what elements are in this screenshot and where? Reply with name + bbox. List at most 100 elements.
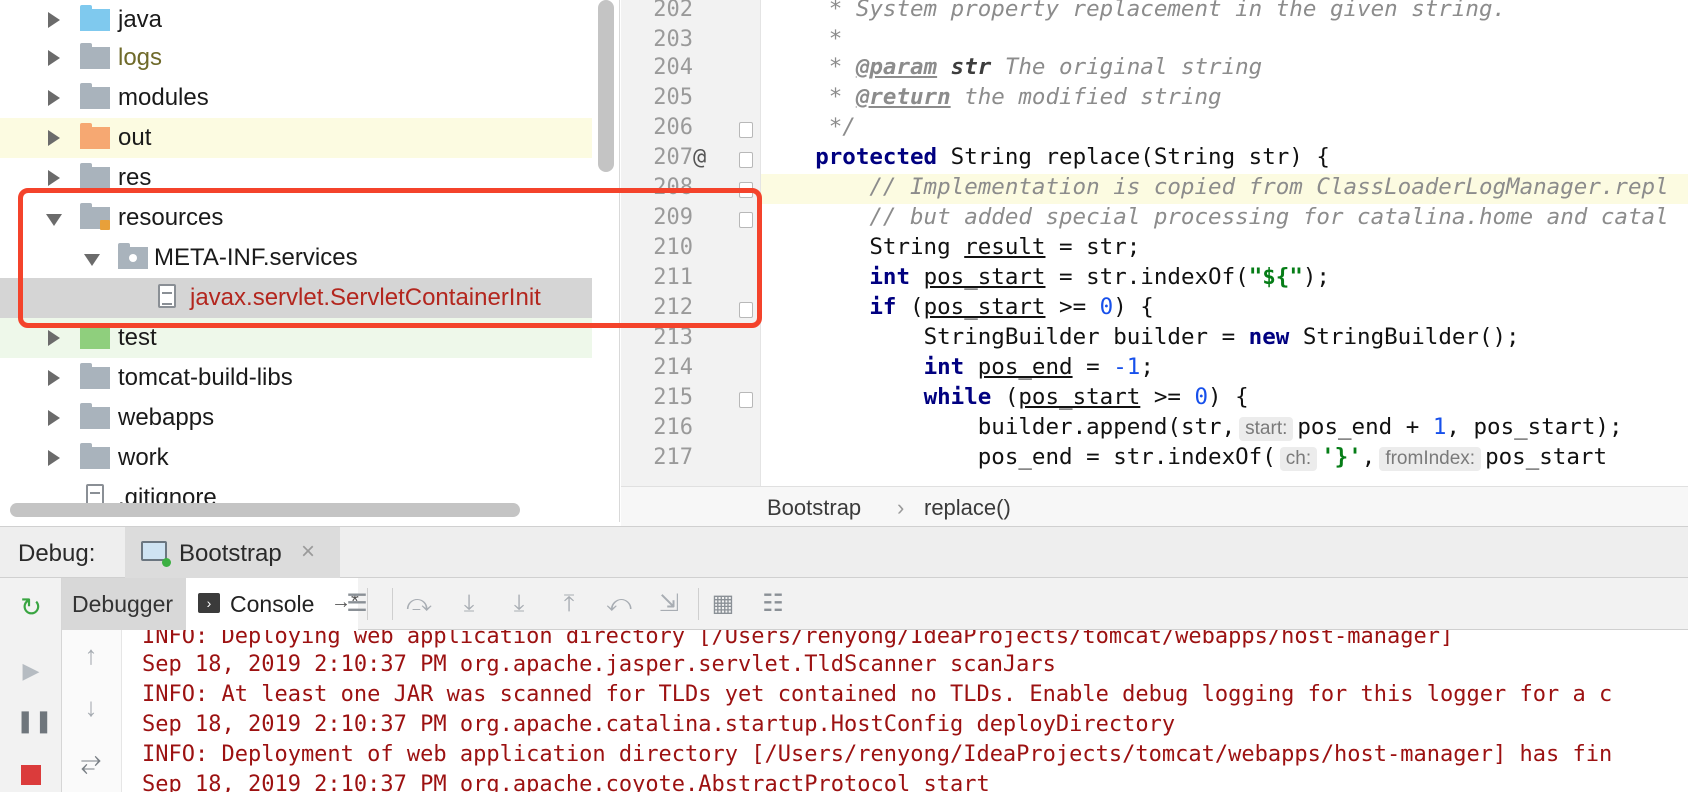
expand-arrow-icon[interactable] (48, 450, 60, 466)
step-out-icon[interactable]: ⤒ (554, 590, 584, 618)
tree-item-work[interactable]: work (0, 438, 592, 478)
line-number: 216 (653, 415, 693, 440)
tree-horizontal-scrollbar[interactable] (10, 503, 520, 517)
code-text: , pos_start); (1446, 414, 1623, 440)
tree-item-webapps[interactable]: webapps (0, 398, 592, 438)
number-literal: 0 (1099, 294, 1114, 320)
stop-icon[interactable] (16, 758, 46, 788)
drop-frame-icon[interactable]: ⤺ (604, 590, 634, 618)
step-over-icon[interactable]: ⤼ (404, 590, 434, 618)
line-number: 206 (653, 115, 693, 140)
debug-session-tab[interactable]: Bootstrap × (125, 527, 340, 579)
force-step-into-icon[interactable]: ⤓ (504, 590, 534, 618)
expand-arrow-icon[interactable] (48, 410, 60, 426)
console-line: INFO: At least one JAR was scanned for T… (142, 682, 1613, 707)
down-arrow-icon[interactable]: ↓ (74, 692, 108, 723)
tree-item-label: webapps (118, 404, 215, 431)
code-line-213[interactable]: StringBuilder builder = new StringBuilde… (761, 324, 1688, 354)
code-line-209[interactable]: // but added special processing for cata… (761, 204, 1688, 234)
code-line-203[interactable]: * (761, 26, 1688, 56)
code-line-205[interactable]: * @return the modified string (761, 84, 1688, 114)
expand-arrow-icon[interactable] (48, 330, 60, 346)
tree-item-modules[interactable]: modules (0, 78, 592, 118)
parameter-hint: fromIndex: (1379, 447, 1482, 471)
comment-text: * System property replacement in the giv… (761, 0, 1507, 22)
code-line-216[interactable]: builder.append(str, start: pos_end + 1, po… (761, 414, 1688, 444)
tree-item-java[interactable]: java (0, 0, 592, 40)
console-output[interactable]: ↑ ↓ ⥂ INFO: Deploying web application di… (62, 630, 1688, 792)
expand-arrow-icon[interactable] (48, 90, 60, 106)
code-line-215[interactable]: while (pos_start >= 0) { (761, 384, 1688, 414)
variable: pos_end (977, 354, 1073, 380)
tree-item-logs[interactable]: logs (0, 38, 592, 78)
comment-text: The original string (991, 54, 1263, 80)
close-icon[interactable]: × (301, 538, 315, 566)
folder-icon (80, 323, 110, 349)
fold-marker-icon[interactable] (739, 122, 753, 138)
code-line-212[interactable]: if (pos_start >= 0) { (761, 294, 1688, 324)
run-to-cursor-icon[interactable]: ⇲ (654, 590, 684, 618)
code-line-210[interactable]: String result = str; (761, 234, 1688, 264)
breadcrumb-method[interactable]: replace() (924, 495, 1011, 521)
code-text: pos_start (1485, 444, 1607, 470)
variable: pos_start (923, 294, 1046, 320)
tree-vertical-scrollbar[interactable] (598, 0, 614, 172)
char-literal: '}' (1321, 444, 1362, 470)
up-arrow-icon[interactable]: ↑ (74, 640, 108, 671)
step-into-icon[interactable]: ⤓ (454, 590, 484, 618)
line-number: 205 (653, 85, 693, 110)
variable: pos_start (923, 264, 1046, 290)
console-line: INFO: Deploying web application director… (142, 630, 1454, 649)
expand-arrow-icon[interactable] (48, 12, 60, 28)
code-line-202[interactable]: * System property replacement in the giv… (761, 0, 1688, 26)
run-config-icon (141, 541, 171, 567)
tree-item-label: modules (118, 84, 209, 111)
debug-label: Debug: (18, 540, 96, 567)
comment-text: * (761, 84, 856, 110)
parameter-hint: ch: (1279, 447, 1318, 471)
code-line-208[interactable]: // Implementation is copied from ClassLo… (761, 174, 1688, 204)
fold-marker-icon[interactable] (739, 392, 753, 408)
comment-text: // Implementation is copied from ClassLo… (761, 174, 1669, 200)
folder-icon (80, 163, 110, 189)
tree-item-label: logs (118, 44, 163, 71)
comment-text: the modified string (950, 84, 1222, 110)
evaluate-expression-icon[interactable]: ▦ (708, 590, 738, 618)
soft-wrap-icon[interactable]: ⥂ (74, 746, 108, 778)
breadcrumb-class[interactable]: Bootstrap (767, 495, 861, 521)
code-text: pos_end + (1297, 414, 1433, 440)
expand-arrow-icon[interactable] (48, 50, 60, 66)
line-number: 203 (653, 27, 693, 52)
pause-icon[interactable]: ❚❚ (16, 706, 53, 736)
code-text: , (1361, 444, 1376, 470)
folder-icon (80, 123, 110, 149)
code-line-214[interactable]: int pos_end = -1; (761, 354, 1688, 384)
trace-settings-icon[interactable]: ☷ (758, 590, 788, 618)
tree-item-out[interactable]: out (0, 118, 592, 158)
tree-item-tomcat-build-libs[interactable]: tomcat-build-libs (0, 358, 592, 398)
code-line-204[interactable]: * @param str The original string (761, 54, 1688, 84)
show-execution-point-icon[interactable]: ☰ (342, 590, 372, 618)
fold-marker-icon[interactable] (739, 152, 753, 168)
tab-console[interactable]: › Console →* (186, 578, 359, 630)
debug-toolbar: Debugger › Console →* ☰ ⤼ ⤓ ⤓ ⤒ ⤺ ⇲ ▦ ☷ (62, 578, 1688, 630)
folder-icon (80, 363, 110, 389)
folder-icon (80, 403, 110, 429)
expand-arrow-icon[interactable] (48, 370, 60, 386)
tree-item-label: test (118, 324, 157, 351)
rerun-icon[interactable]: ↻ (16, 592, 46, 622)
code-line-206[interactable]: */ (761, 114, 1688, 144)
code-editor[interactable]: 202 203 204 205 206 207 208 209 210 211 … (621, 0, 1688, 486)
resume-icon[interactable]: ▶ (16, 656, 46, 686)
expand-arrow-icon[interactable] (48, 130, 60, 146)
comment-text: * (761, 26, 843, 52)
code-line-217[interactable]: pos_end = str.indexOf(ch: '}', fromIndex: p… (761, 444, 1688, 474)
number-literal: 0 (1194, 384, 1209, 410)
expand-arrow-icon[interactable] (48, 170, 60, 186)
comment-text: * (761, 54, 856, 80)
tab-debugger[interactable]: Debugger (62, 578, 186, 630)
code-line-211[interactable]: int pos_start = str.indexOf("${"); (761, 264, 1688, 294)
keyword: new (1248, 324, 1290, 350)
override-at-icon[interactable]: @ (693, 145, 706, 170)
code-line-207[interactable]: protected String replace(String str) { (761, 144, 1688, 174)
